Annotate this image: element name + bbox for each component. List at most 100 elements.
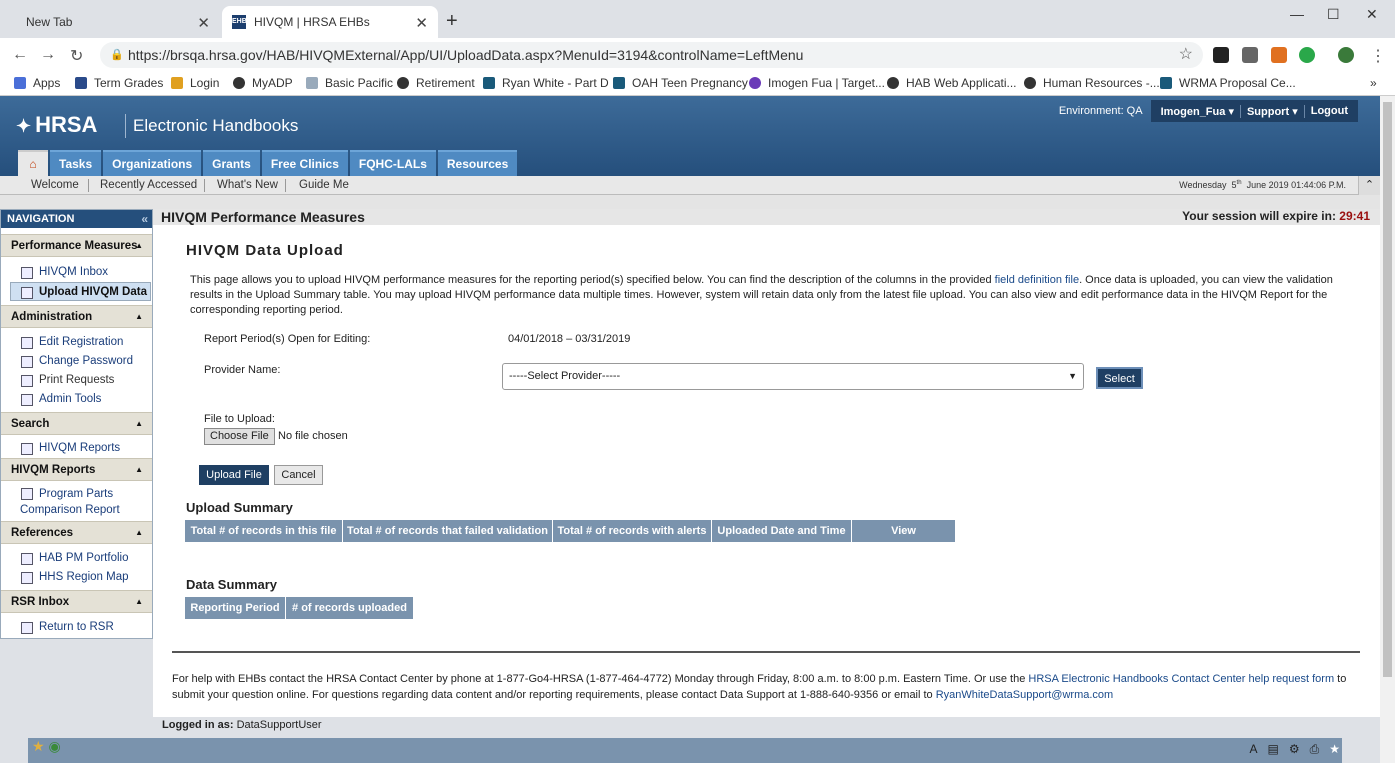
nav-item-hivqm-reports[interactable]: HIVQM Reports (1, 439, 152, 458)
menu-icon[interactable]: ⋮ (1370, 46, 1386, 66)
nav-item-program-parts[interactable]: Program Parts (1, 486, 152, 502)
reader-icon[interactable]: ▤ (1267, 742, 1278, 756)
collapse-up-icon[interactable]: ▲ (135, 413, 143, 435)
maximize-icon[interactable]: ☐ (1327, 6, 1340, 23)
new-tab-icon[interactable]: + (446, 10, 458, 33)
tab-resources[interactable]: Resources (437, 150, 518, 176)
address-bar[interactable]: 🔒 https://brsqa.hrsa.gov/HAB/HIVQMExtern… (100, 42, 1203, 68)
provider-select[interactable]: -----Select Provider----- ▼ (502, 363, 1084, 390)
choose-file-button[interactable]: Choose File (204, 428, 275, 445)
bookmark-term-grades[interactable]: Term Grades (75, 76, 163, 90)
back-icon[interactable]: ← (12, 46, 28, 64)
column-header[interactable]: Uploaded Date and Time (712, 520, 852, 542)
bookmark-basic-pacific[interactable]: Basic Pacific (306, 76, 393, 90)
bookmark-human-resources[interactable]: Human Resources -... (1024, 76, 1160, 90)
profile-avatar[interactable] (1338, 47, 1354, 63)
collapse-up-icon[interactable]: ▲ (135, 459, 143, 481)
nav-item-comparison-report[interactable]: Comparison Report (1, 502, 152, 518)
column-header[interactable]: Total # of records with alerts (553, 520, 712, 542)
user-dropdown[interactable]: Imogen_Fua ▾ (1155, 104, 1241, 118)
nav-item-print-requests[interactable]: Print Requests (1, 371, 152, 390)
logout-link[interactable]: Logout (1305, 105, 1354, 117)
grammarly-extension-icon[interactable] (1299, 47, 1315, 63)
minimize-icon[interactable]: — (1290, 6, 1304, 22)
tab-organizations[interactable]: Organizations (103, 150, 202, 176)
tab-title: HIVQM | HRSA EHBs (254, 15, 370, 29)
nav-item-upload-hivqm-data[interactable]: Upload HIVQM Data (10, 282, 151, 301)
tab-fqhc-lals[interactable]: FQHC-LALs (349, 150, 436, 176)
nav-item-return-to-rsr[interactable]: Return to RSR (1, 618, 152, 637)
reload-icon[interactable]: ↻ (70, 46, 83, 66)
column-header[interactable]: # of records uploaded (286, 597, 413, 619)
acrobat-extension-icon[interactable] (1213, 47, 1229, 63)
nav-section-hivqm-reports[interactable]: HIVQM Reports ▲ (1, 458, 152, 481)
field-definition-link[interactable]: field definition file (995, 274, 1079, 286)
bookmark-retirement[interactable]: Retirement (397, 76, 475, 90)
g-extension-icon[interactable] (1242, 47, 1258, 63)
bookmark-myadp[interactable]: MyADP (233, 76, 293, 90)
bookmark-label: OAH Teen Pregnancy (632, 76, 748, 90)
bookmark-wrma[interactable]: WRMA Proposal Ce... (1160, 76, 1296, 90)
nav-section-references[interactable]: References ▲ (1, 521, 152, 544)
bookmark-apps[interactable]: Apps (14, 76, 60, 90)
tab-new-tab[interactable]: New Tab ✕ (8, 6, 220, 38)
nav-section-rsr-inbox[interactable]: RSR Inbox ▲ (1, 590, 152, 613)
home-icon[interactable]: ⌂ (18, 150, 48, 176)
bookmarks-overflow-icon[interactable]: » (1370, 76, 1377, 90)
tab-hivqm[interactable]: EHB HIVQM | HRSA EHBs ✕ (222, 6, 438, 38)
tab-tasks[interactable]: Tasks (50, 150, 102, 176)
subnav-whats-new[interactable]: What's New (217, 179, 278, 191)
hrsa-logo[interactable]: ✦ HRSA (16, 112, 97, 138)
nav-item-edit-registration[interactable]: Edit Registration (1, 333, 152, 352)
bookmark-star-icon[interactable]: ☆ (1179, 42, 1193, 68)
collapse-header-icon[interactable]: ⌃ (1358, 176, 1380, 195)
bookmark-ryan-white[interactable]: Ryan White - Part D (483, 76, 609, 90)
column-header[interactable]: Total # of records that failed validatio… (343, 520, 553, 542)
close-icon[interactable]: ✕ (415, 14, 428, 32)
nav-item-hivqm-inbox[interactable]: HIVQM Inbox (1, 263, 152, 282)
cancel-button[interactable]: Cancel (274, 465, 323, 485)
data-support-email-link[interactable]: RyanWhiteDataSupport@wrma.com (936, 689, 1113, 701)
bookmark-imogen[interactable]: Imogen Fua | Target... (749, 76, 885, 90)
forward-icon[interactable]: → (40, 46, 56, 64)
print-icon[interactable]: ⎙ (1310, 742, 1320, 756)
collapse-up-icon[interactable]: ▲ (135, 591, 143, 613)
collapse-up-icon[interactable]: ▲ (135, 522, 143, 544)
column-header[interactable]: Reporting Period (185, 597, 286, 619)
support-dropdown[interactable]: Support ▾ (1241, 104, 1305, 118)
nav-section-search[interactable]: Search ▲ (1, 412, 152, 435)
nav-item-change-password[interactable]: Change Password (1, 352, 152, 371)
refresh-icon[interactable]: ◉ (48, 738, 60, 754)
nav-section-administration[interactable]: Administration ▲ (1, 305, 152, 328)
collapse-up-icon[interactable]: ▲ (135, 235, 143, 257)
bookmark-star-icon[interactable]: ★ (1329, 742, 1340, 756)
nav-item-hab-pm-portfolio[interactable]: HAB PM Portfolio (1, 549, 152, 568)
settings-icon[interactable]: ⚙ (1289, 742, 1300, 756)
column-header[interactable]: Total # of records in this file (185, 520, 343, 542)
select-button[interactable]: Select (1096, 367, 1143, 389)
nav-section-performance-measures[interactable]: Performance Measures ▲ (1, 234, 152, 257)
subnav-guide-me[interactable]: Guide Me (299, 179, 349, 191)
page-scrollbar[interactable] (1380, 96, 1395, 763)
subnav-welcome[interactable]: Welcome (31, 179, 79, 191)
tab-free-clinics[interactable]: Free Clinics (261, 150, 348, 176)
subnav-recently-accessed[interactable]: Recently Accessed (100, 179, 197, 191)
rss-extension-icon[interactable] (1271, 47, 1287, 63)
upload-file-button[interactable]: Upload File (199, 465, 269, 485)
collapse-up-icon[interactable]: ▲ (135, 306, 143, 328)
favorites-star-icon[interactable]: ★ (32, 738, 45, 754)
page-title: HIVQM Data Upload (186, 242, 344, 259)
close-window-icon[interactable]: ✕ (1366, 6, 1378, 23)
tab-grants[interactable]: Grants (203, 150, 260, 176)
help-request-form-link[interactable]: HRSA Electronic Handbooks Contact Center… (1028, 673, 1334, 685)
scrollbar-thumb[interactable] (1383, 102, 1392, 677)
collapse-nav-icon[interactable]: « (141, 210, 148, 228)
nav-item-hhs-region-map[interactable]: HHS Region Map (1, 568, 152, 587)
column-header[interactable]: View (852, 520, 955, 542)
bookmark-hab-web[interactable]: HAB Web Applicati... (887, 76, 1017, 90)
text-size-icon[interactable]: A (1249, 742, 1257, 756)
bookmark-oah-teen[interactable]: OAH Teen Pregnancy (613, 76, 748, 90)
nav-item-admin-tools[interactable]: Admin Tools (1, 390, 152, 409)
bookmark-login[interactable]: Login (171, 76, 219, 90)
close-icon[interactable]: ✕ (197, 14, 210, 32)
